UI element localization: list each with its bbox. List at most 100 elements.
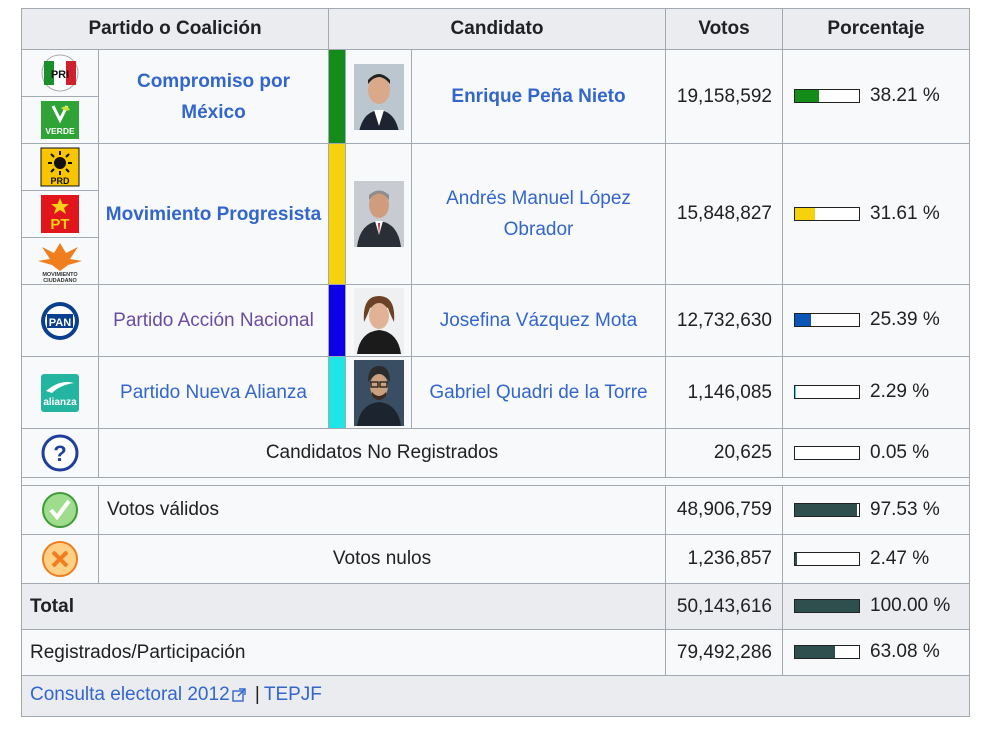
logo-cell: PRI: [21, 49, 99, 97]
percentage-value: 63.08 %: [870, 641, 940, 663]
percentage-bar: [794, 385, 860, 400]
movimiento-ciudadano-logo-icon[interactable]: MOVIMIENTO CIUDADANO: [30, 241, 90, 283]
party-color-bar: [328, 49, 346, 144]
election-results-table-wrapper: Partido o Coalición Candidato Votos Porc…: [21, 8, 970, 717]
candidate-photo[interactable]: [353, 359, 404, 426]
votes-cell: 1,146,085: [665, 356, 783, 429]
verde-logo-icon[interactable]: VERDE: [40, 100, 80, 140]
summary-row-total: Total 50,143,616 100.00 %: [21, 583, 970, 630]
candidate-name-cell: Enrique Peña Nieto: [411, 49, 666, 144]
party-color-bar: [328, 356, 346, 429]
party-link-compromiso[interactable]: Compromiso por México: [137, 71, 290, 123]
candidate-link-vazquez-mota[interactable]: Josefina Vázquez Mota: [440, 310, 638, 331]
result-row-prd: PRD Movimiento Progresista Andrés Manuel…: [21, 143, 970, 285]
percentage-value: 2.29 %: [870, 381, 930, 403]
percentage-bar: [794, 206, 860, 221]
header-percentage: Porcentaje: [782, 8, 970, 50]
election-results-table: Partido o Coalición Candidato Votos Porc…: [21, 8, 970, 717]
registered-label: Registrados/Participación: [21, 629, 666, 676]
svg-text:PRI: PRI: [51, 69, 69, 81]
percentage-bar-fill: [795, 600, 859, 613]
footer-row: Consulta electoral 2012 | TEPJF: [21, 675, 970, 717]
candidate-name-cell: Gabriel Quadri de la Torre: [411, 356, 666, 429]
candidate-link-lopez-obrador[interactable]: Andrés Manuel López Obrador: [446, 188, 631, 240]
party-link-movimiento-progresista[interactable]: Movimiento Progresista: [106, 204, 321, 225]
percentage-bar: [794, 89, 860, 104]
party-color-bar: [328, 284, 346, 357]
votes-cell: 48,906,759: [665, 485, 783, 535]
percentage-value: 2.47 %: [870, 547, 930, 569]
candidate-photo[interactable]: [353, 181, 404, 247]
candidate-photo-cell: [345, 143, 412, 285]
svg-text:CIUDADANO: CIUDADANO: [43, 278, 77, 283]
percentage-cell: 97.53 %: [782, 485, 970, 535]
percentage-bar: [794, 599, 860, 614]
total-label: Total: [21, 583, 666, 630]
percentage-value: 38.21 %: [870, 85, 940, 107]
votes-cell: 15,848,827: [665, 143, 783, 285]
valid-label: Votos válidos: [98, 485, 666, 535]
candidate-photo-cell: [345, 356, 412, 429]
svg-text:PRD: PRD: [50, 176, 70, 186]
pan-logo-icon[interactable]: PAN: [40, 301, 80, 341]
pt-logo-icon[interactable]: PT: [40, 194, 80, 234]
x-icon: [40, 539, 80, 579]
percentage-value: 100.00 %: [870, 595, 951, 617]
logo-cell: PRD: [21, 143, 99, 191]
result-row-unregistered: ? Candidatos No Registrados 20,625 0.05 …: [21, 428, 970, 478]
percentage-bar: [794, 645, 860, 660]
summary-row-valid: Votos válidos 48,906,759 97.53 %: [21, 485, 970, 535]
prd-logo-icon[interactable]: PRD: [40, 147, 80, 187]
party-link-pan[interactable]: Partido Acción Nacional: [113, 310, 314, 331]
svg-text:PT: PT: [50, 216, 69, 233]
nueva-alianza-logo-icon[interactable]: alianza: [40, 373, 80, 413]
percentage-cell: 100.00 %: [782, 583, 970, 630]
svg-text:PAN: PAN: [49, 317, 71, 329]
percentage-cell: 38.21 %: [782, 49, 970, 144]
header-row: Partido o Coalición Candidato Votos Porc…: [21, 8, 970, 50]
percentage-cell: 31.61 %: [782, 143, 970, 285]
votes-cell: 79,492,286: [665, 629, 783, 676]
logo-cell: VERDE: [21, 96, 99, 144]
percentage-bar-fill: [795, 503, 858, 516]
logo-cell: alianza: [21, 356, 99, 429]
candidate-photo-cell: [345, 49, 412, 144]
votes-cell: 19,158,592: [665, 49, 783, 144]
tepjf-link[interactable]: TEPJF: [264, 684, 322, 705]
header-party: Partido o Coalición: [21, 8, 329, 50]
party-name-cell: Partido Nueva Alianza: [98, 356, 329, 429]
percentage-bar-fill: [795, 90, 820, 103]
candidate-photo[interactable]: [353, 287, 404, 354]
percentage-bar-fill: [795, 386, 797, 399]
logo-cell: PT: [21, 190, 99, 238]
percentage-value: 97.53 %: [870, 498, 940, 520]
percentage-bar-fill: [795, 552, 797, 565]
result-row-pri: PRI Compromiso por México Enrique Peña N…: [21, 49, 970, 144]
svg-text:alianza: alianza: [43, 397, 77, 408]
percentage-cell: 25.39 %: [782, 284, 970, 357]
percentage-cell: 2.47 %: [782, 534, 970, 584]
votes-cell: 12,732,630: [665, 284, 783, 357]
candidate-link-pena-nieto[interactable]: Enrique Peña Nieto: [451, 86, 625, 107]
logo-cell: PAN: [21, 284, 99, 357]
consulta-electoral-link[interactable]: Consulta electoral 2012: [30, 684, 230, 705]
candidate-photo[interactable]: [353, 63, 404, 130]
candidate-name-cell: Andrés Manuel López Obrador: [411, 143, 666, 285]
percentage-bar: [794, 502, 860, 517]
percentage-bar-fill: [795, 207, 816, 220]
logo-cell: ?: [21, 428, 99, 478]
party-link-nueva-alianza[interactable]: Partido Nueva Alianza: [120, 382, 307, 403]
question-icon: ?: [40, 433, 80, 473]
header-votes: Votos: [665, 8, 783, 50]
votes-cell: 1,236,857: [665, 534, 783, 584]
pri-logo-icon[interactable]: PRI: [40, 53, 80, 93]
percentage-cell: 2.29 %: [782, 356, 970, 429]
percentage-cell: 0.05 %: [782, 428, 970, 478]
footer-cell: Consulta electoral 2012 | TEPJF: [21, 675, 970, 717]
percentage-value: 31.61 %: [870, 202, 940, 224]
logo-cell: [21, 485, 99, 535]
footer-separator: |: [254, 684, 260, 705]
candidate-link-quadri[interactable]: Gabriel Quadri de la Torre: [429, 382, 647, 403]
candidate-name-cell: Josefina Vázquez Mota: [411, 284, 666, 357]
svg-text:?: ?: [53, 441, 66, 466]
